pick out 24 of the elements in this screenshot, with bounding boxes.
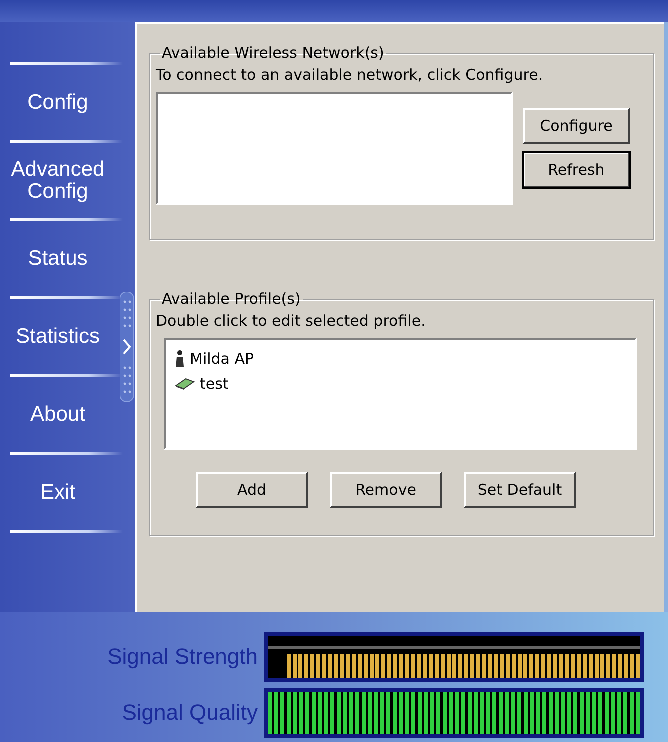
card-icon <box>174 376 196 390</box>
group-title: Available Profile(s) <box>161 290 302 308</box>
action-button[interactable]: Set Default <box>464 472 576 508</box>
nav-item[interactable]: Advanced Config <box>0 143 116 218</box>
profile-name[interactable]: Milda AP <box>190 350 254 368</box>
nav-item[interactable]: Statistics <box>0 299 116 374</box>
nav-item[interactable]: Status <box>0 221 116 296</box>
profile-list[interactable]: Milda AP test <box>164 338 637 450</box>
nav-item[interactable]: Exit <box>0 455 116 530</box>
nav-item[interactable]: About <box>0 377 116 452</box>
action-button[interactable]: Refresh <box>523 152 630 188</box>
action-button[interactable]: Configure <box>523 108 630 144</box>
collapse-handle-icon[interactable] <box>120 292 134 402</box>
person-icon <box>174 350 186 368</box>
meter-label: Signal Quality <box>122 700 258 726</box>
group-title: Available Wireless Network(s) <box>161 44 386 62</box>
nav-item[interactable]: Config <box>0 65 116 140</box>
action-button[interactable]: Remove <box>330 472 442 508</box>
hint-text: Double click to edit selected profile. <box>156 312 427 330</box>
hint-text: To connect to an available network, click Configure. <box>156 66 544 84</box>
meter-label: Signal Strength <box>108 644 258 670</box>
action-button[interactable]: Add <box>196 472 308 508</box>
profile-name[interactable]: test <box>200 374 229 392</box>
network-list[interactable] <box>156 92 513 205</box>
